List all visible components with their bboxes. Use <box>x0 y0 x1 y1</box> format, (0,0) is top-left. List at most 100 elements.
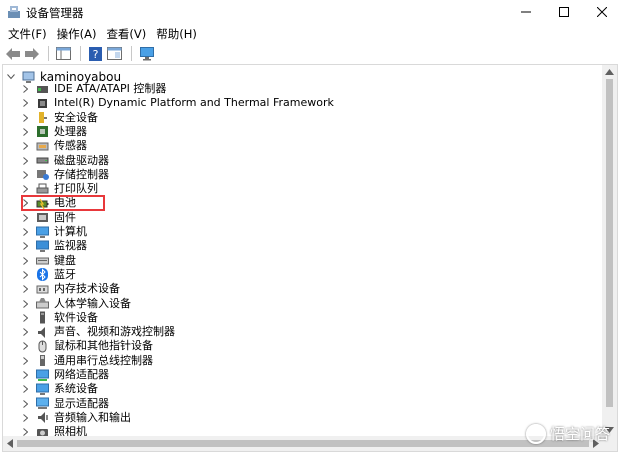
menu-bar: 文件(F) 操作(A) 查看(V) 帮助(H) <box>0 24 620 44</box>
processor-icon <box>36 125 49 138</box>
tree-item-label: 打印队列 <box>54 182 98 196</box>
chevron-right-icon[interactable] <box>21 113 29 123</box>
chevron-right-icon[interactable] <box>21 84 29 94</box>
chevron-right-icon[interactable] <box>21 141 29 151</box>
chevron-right-icon[interactable] <box>21 399 29 409</box>
chevron-right-icon[interactable] <box>21 241 29 251</box>
close-button[interactable] <box>584 0 620 24</box>
chevron-right-icon[interactable] <box>21 356 29 366</box>
tree-item[interactable]: 内存技术设备 <box>21 282 120 296</box>
usb-icon <box>36 354 49 367</box>
watermark: 悟空问答 <box>525 423 610 444</box>
chevron-right-icon[interactable] <box>21 256 29 266</box>
horizontal-scrollbar[interactable] <box>3 436 603 451</box>
tree-item-label: 人体学输入设备 <box>54 296 131 310</box>
tree-item[interactable]: 人体学输入设备 <box>21 297 131 311</box>
tree-item[interactable]: 鼠标和其他指针设备 <box>21 339 153 353</box>
title-bar: 设备管理器 <box>0 0 620 24</box>
tree-item[interactable]: 监视器 <box>21 239 87 253</box>
network-adapter-icon <box>36 369 49 382</box>
properties-panel-icon[interactable] <box>55 45 72 62</box>
chevron-right-icon[interactable] <box>21 184 29 194</box>
chevron-right-icon[interactable] <box>21 270 29 280</box>
tree-item-label: 通用串行总线控制器 <box>54 353 153 367</box>
tree-item[interactable]: 磁盘驱动器 <box>21 154 109 168</box>
tree-item[interactable]: 蓝牙 <box>21 268 76 282</box>
tree-item-label: IDE ATA/ATAPI 控制器 <box>54 82 167 95</box>
tree-item-label: 安全设备 <box>54 110 98 124</box>
monitor-icon[interactable] <box>138 45 155 62</box>
storage-controller-icon <box>36 168 49 181</box>
speaker-icon <box>36 326 49 339</box>
chevron-right-icon[interactable] <box>21 370 29 380</box>
menu-help[interactable]: 帮助(H) <box>151 24 202 44</box>
scroll-left-icon[interactable] <box>7 439 13 448</box>
tree-item[interactable]: 软件设备 <box>21 311 98 325</box>
tree-item[interactable]: 固件 <box>21 211 76 225</box>
chevron-right-icon[interactable] <box>21 284 29 294</box>
minimize-button[interactable] <box>508 0 544 24</box>
chevron-right-icon[interactable] <box>21 156 29 166</box>
firmware-icon <box>36 211 49 224</box>
tree-item[interactable]: 系统设备 <box>21 382 98 396</box>
toolbar-separator <box>80 46 81 61</box>
vertical-scroll-thumb[interactable] <box>606 79 613 407</box>
chevron-right-icon[interactable] <box>21 127 29 137</box>
system-device-icon <box>36 383 49 396</box>
memory-device-icon <box>36 283 49 296</box>
help-icon[interactable]: ? <box>87 45 104 62</box>
sensor-icon <box>36 140 49 153</box>
scroll-up-icon[interactable] <box>605 69 614 75</box>
tree-item[interactable]: 显示适配器 <box>21 397 109 411</box>
chevron-right-icon[interactable] <box>21 341 29 351</box>
back-arrow-icon[interactable] <box>4 45 21 62</box>
forward-arrow-icon[interactable] <box>23 45 40 62</box>
menu-file[interactable]: 文件(F) <box>3 24 52 44</box>
vertical-scrollbar[interactable] <box>602 65 617 437</box>
menu-action[interactable]: 操作(A) <box>52 24 102 44</box>
chevron-right-icon[interactable] <box>21 170 29 180</box>
chip-icon <box>36 97 49 110</box>
tree-item-label: 网络适配器 <box>54 368 109 381</box>
tree-item-label: 监视器 <box>54 239 87 253</box>
chevron-right-icon[interactable] <box>21 313 29 323</box>
tree-item-label: 固件 <box>54 210 76 224</box>
menu-view[interactable]: 查看(V) <box>101 24 151 44</box>
monitor-icon <box>36 240 49 253</box>
show-panel-icon[interactable] <box>106 45 123 62</box>
toolbar-separator <box>131 46 132 61</box>
toolbar-separator <box>48 46 49 61</box>
tree-item[interactable]: 网络适配器 <box>21 368 109 382</box>
chevron-right-icon[interactable] <box>21 299 29 309</box>
tree-item-label: 鼠标和其他指针设备 <box>54 339 153 353</box>
chevron-right-icon[interactable] <box>21 227 29 237</box>
bluetooth-icon <box>36 268 49 282</box>
tree-item-label: 显示适配器 <box>54 396 109 410</box>
chevron-right-icon[interactable] <box>21 327 29 337</box>
chevron-right-icon[interactable] <box>21 98 29 108</box>
chevron-down-icon[interactable] <box>7 72 15 82</box>
window-title: 设备管理器 <box>26 6 84 20</box>
tree-item-label: 键盘 <box>54 253 76 267</box>
tree-item[interactable]: 计算机 <box>21 225 87 239</box>
chevron-right-icon[interactable] <box>21 384 29 394</box>
chevron-right-icon[interactable] <box>21 413 29 423</box>
tree-item[interactable]: 音频输入和输出 <box>21 411 131 425</box>
audio-io-icon <box>36 411 49 424</box>
tree-item[interactable]: 声音、视频和游戏控制器 <box>21 325 175 339</box>
tree-item[interactable]: 存储控制器 <box>21 168 109 182</box>
tree-item[interactable]: 通用串行总线控制器 <box>21 354 153 368</box>
tree-item[interactable]: 传感器 <box>21 139 87 153</box>
tree-item[interactable]: Intel(R) Dynamic Platform and Thermal Fr… <box>21 96 334 110</box>
device-tree-panel: kaminoyabou IDE ATA/ATAPI 控制器 Intel(R) Dy… <box>2 64 618 452</box>
tree-item-label: 传感器 <box>54 139 87 153</box>
tree-item[interactable]: 键盘 <box>21 254 76 268</box>
chevron-right-icon[interactable] <box>21 213 29 223</box>
tree-item[interactable]: 处理器 <box>21 125 87 139</box>
tree-item[interactable]: IDE ATA/ATAPI 控制器 <box>21 82 166 96</box>
tree-item-label: 蓝牙 <box>54 267 76 281</box>
horizontal-scroll-thumb[interactable] <box>17 440 589 447</box>
tree-item[interactable]: 打印队列 <box>21 182 98 196</box>
tree-item[interactable]: 安全设备 <box>21 111 98 125</box>
maximize-button[interactable] <box>546 0 582 24</box>
